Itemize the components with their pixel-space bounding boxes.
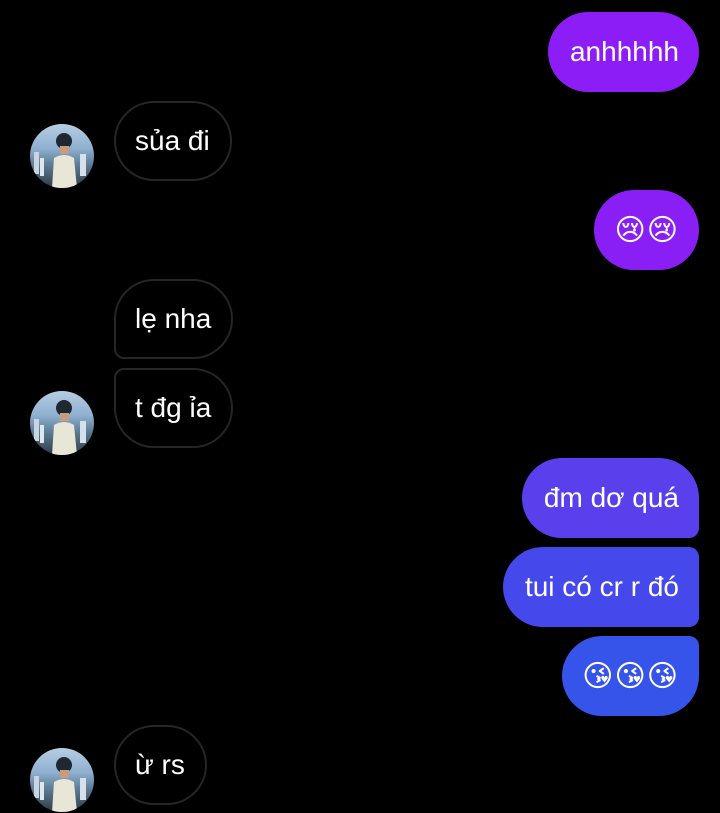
received-message-bubble[interactable]: t đg ỉa xyxy=(114,368,234,448)
message-text: đm dơ quá xyxy=(543,482,679,513)
received-message-bubble[interactable]: sủa đi xyxy=(114,101,232,181)
sent-message-bubble[interactable]: 😘😘😘 xyxy=(562,636,699,716)
sent-message-bubble[interactable]: anhhhhh xyxy=(547,12,699,92)
message-text: t đg ỉa xyxy=(135,392,212,423)
message-text: anhhhhh xyxy=(569,36,679,67)
contact-avatar[interactable] xyxy=(30,748,94,812)
sent-message-bubble[interactable]: 😢😢 xyxy=(594,190,699,270)
crying-face-emoji-icon: 😢😢 xyxy=(614,212,679,248)
message-text: tui có cr r đó xyxy=(524,571,679,602)
contact-avatar[interactable] xyxy=(30,391,94,455)
message-text: ừ rs xyxy=(135,749,185,780)
sent-message-bubble[interactable]: tui có cr r đó xyxy=(502,547,699,627)
sent-message-bubble[interactable]: đm dơ quá xyxy=(521,458,699,538)
message-text: lẹ nha xyxy=(135,303,212,334)
received-message-bubble[interactable]: ừ rs xyxy=(114,725,207,805)
received-message-bubble[interactable]: lẹ nha xyxy=(114,279,234,359)
contact-avatar[interactable] xyxy=(30,124,94,188)
kissing-face-emoji-icon: 😘😘😘 xyxy=(582,658,679,694)
message-text: sủa đi xyxy=(135,125,210,156)
